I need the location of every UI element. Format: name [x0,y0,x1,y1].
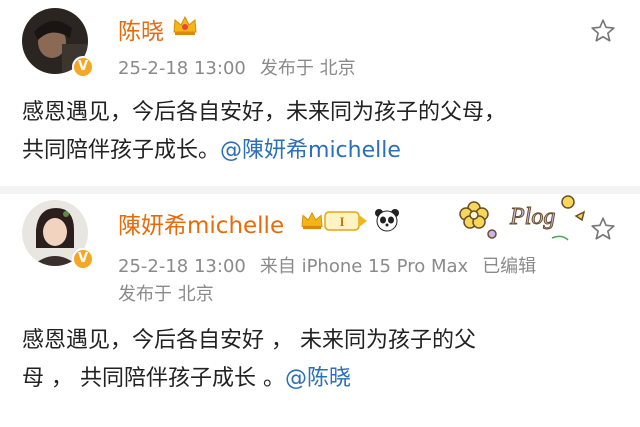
post-text-line: 共同陪伴孩子成长。@陳妍希michelle [22,132,506,170]
edited-label[interactable]: 已编辑 [482,256,536,277]
post-text: 感恩遇见，今后各自安好，未来同为孩子的父母， 共同陪伴孩子成长。@陳妍希mich… [22,94,506,170]
crown-icon[interactable] [300,210,324,230]
post-text-line: 母 ， 共同陪伴孩子成长 。@陈晓 [22,360,476,398]
level-badge-text: I [339,214,344,229]
verified-icon: V [72,56,94,78]
flower-icon: Plog [459,195,586,241]
post-text-fragment: 母 ， 共同陪伴孩子成长 。 [22,366,285,391]
post-date: 25-2-18 13:00 [118,58,246,79]
post-text-line: 感恩遇见，今后各自安好 ， 未来同为孩子的父 [22,328,476,353]
post-location: 发布于 北京 [118,284,214,305]
weibo-post-1: V 陈晓 25-2-18 13:00 发布于 北京 感恩遇见，今后各自安好，未来同… [0,0,640,200]
plog-sticker-text: Plog [509,204,555,230]
level-badge-icon[interactable]: I [324,210,368,232]
post-location: 发布于 北京 [259,58,356,79]
post-source[interactable]: 来自 iPhone 15 Pro Max [260,256,468,277]
post-text-line: 感恩遇见，今后各自安好，未来同为孩子的父母， [22,100,507,125]
post-text-fragment: 共同陪伴孩子成长。 [22,138,221,163]
weibo-post-2: V 陳妍希michelle I Plog 25-2-18 13:00 来自 iPh… [0,194,640,427]
star-icon[interactable] [590,18,616,44]
post-text: 感恩遇见，今后各自安好 ， 未来同为孩子的父 母 ， 共同陪伴孩子成长 。@陈晓 [22,322,476,398]
post-divider [0,186,640,194]
verified-icon: V [72,248,94,270]
author-name[interactable]: 陳妍希michelle [118,206,284,240]
panda-icon[interactable] [374,208,400,232]
post-date: 25-2-18 13:00 [118,256,246,277]
mention-link[interactable]: @陳妍希michelle [220,138,401,163]
star-icon[interactable] [590,216,616,242]
mention-link[interactable]: @陈晓 [285,366,351,391]
post-meta: 25-2-18 13:00 发布于 北京 [118,54,370,80]
post-meta: 25-2-18 13:00 来自 iPhone 15 Pro Max 已编辑 [118,252,550,278]
crown-icon[interactable] [172,14,198,36]
author-name[interactable]: 陈晓 [118,12,164,46]
